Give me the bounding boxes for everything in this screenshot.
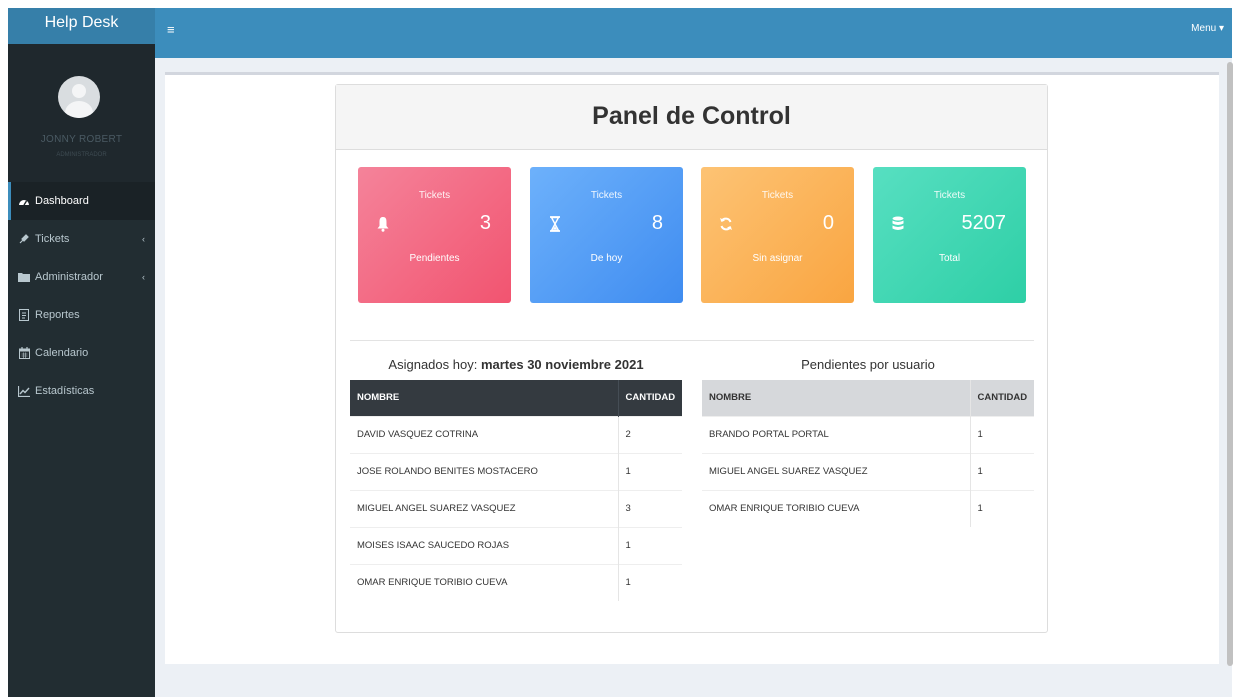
assigned-today-table: NOMBRE CANTIDAD DAVID VASQUEZ COTRINA 2 …	[350, 380, 682, 601]
row-count: 1	[969, 452, 1034, 490]
sidebar-item-label: Estadísticas	[35, 385, 95, 397]
menu-label: Menu	[1191, 23, 1217, 34]
report-icon	[17, 309, 31, 321]
column-header-cantidad[interactable]: CANTIDAD	[617, 380, 682, 416]
row-name: OMAR ENRIQUE TORIBIO CUEVA	[350, 563, 618, 601]
stat-card-total[interactable]: Tickets 5207 Total	[873, 167, 1026, 303]
hourglass-icon	[548, 215, 562, 233]
stat-card-de-hoy[interactable]: Tickets 8 De hoy	[530, 167, 683, 303]
row-count: 1	[617, 452, 682, 490]
scrollbar[interactable]	[1227, 62, 1233, 666]
user-name: JONNY ROBERT	[40, 134, 123, 145]
row-count: 1	[617, 563, 682, 601]
stat-card-pendientes[interactable]: Tickets 3 Pendientes	[358, 167, 511, 303]
sidebar-item-reportes[interactable]: Reportes	[8, 296, 155, 334]
table-row: BRANDO PORTAL PORTAL 1	[702, 415, 1034, 453]
ticket-icon	[17, 233, 31, 245]
table-row: OMAR ENRIQUE TORIBIO CUEVA 1	[702, 489, 1034, 527]
hamburger-icon[interactable]: ≡	[167, 22, 175, 37]
sidebar-item-label: Dashboard	[35, 195, 89, 207]
stat-value: 5207	[961, 212, 1007, 234]
table-row: MIGUEL ANGEL SUAREZ VASQUEZ 3	[350, 489, 682, 527]
chart-icon	[17, 385, 31, 397]
sidebar-item-calendario[interactable]: Calendario	[8, 334, 155, 372]
panel-title: Panel de Control	[336, 85, 1047, 150]
stat-label-top: Tickets	[933, 190, 966, 201]
sidebar-item-tickets[interactable]: Tickets ‹	[8, 220, 155, 258]
user-panel: JONNY ROBERT ADMINISTRADOR	[8, 44, 155, 182]
caret-down-icon: ▾	[1218, 23, 1224, 34]
row-count: 1	[969, 415, 1034, 453]
table-header-row: NOMBRE CANTIDAD	[702, 380, 1034, 416]
stat-card-sin-asignar[interactable]: Tickets 0 Sin asignar	[701, 167, 854, 303]
calendar-icon	[17, 347, 31, 359]
database-icon	[891, 215, 905, 233]
row-name: OMAR ENRIQUE TORIBIO CUEVA	[702, 489, 970, 527]
sidebar-item-label: Tickets	[35, 233, 70, 245]
stat-label-bottom: Pendientes	[409, 253, 460, 264]
row-name: DAVID VASQUEZ COTRINA	[350, 415, 618, 453]
sidebar-item-label: Calendario	[35, 347, 89, 359]
row-name: MIGUEL ANGEL SUAREZ VASQUEZ	[350, 489, 618, 527]
top-navbar: ≡ Menu ▾	[155, 8, 1232, 58]
row-name: MIGUEL ANGEL SUAREZ VASQUEZ	[702, 452, 970, 490]
stat-label-bottom: De hoy	[590, 253, 623, 264]
menu-dropdown[interactable]: Menu ▾	[1191, 23, 1224, 34]
pending-by-user-table: NOMBRE CANTIDAD BRANDO PORTAL PORTAL 1 M…	[702, 380, 1034, 527]
refresh-icon	[719, 215, 733, 233]
table-header-row: NOMBRE CANTIDAD	[350, 380, 682, 416]
pending-by-user-title: Pendientes por usuario	[801, 357, 935, 372]
stat-label-top: Tickets	[761, 190, 794, 201]
stat-label-top: Tickets	[418, 190, 451, 201]
stat-value: 3	[479, 212, 491, 234]
stat-label-bottom: Total	[938, 253, 961, 264]
stat-value: 0	[822, 212, 834, 234]
table-row: OMAR ENRIQUE TORIBIO CUEVA 1	[350, 563, 682, 601]
dashboard-icon	[17, 195, 31, 207]
sidebar-item-administrador[interactable]: Administrador ‹	[8, 258, 155, 296]
table-row: DAVID VASQUEZ COTRINA 2	[350, 415, 682, 453]
row-count: 2	[617, 415, 682, 453]
sidebar-item-dashboard[interactable]: Dashboard	[8, 182, 155, 220]
chevron-left-icon: ‹	[142, 234, 145, 244]
assigned-today-label: Asignados hoy:	[388, 357, 478, 372]
brand-logo[interactable]: Help Desk	[8, 8, 155, 44]
control-panel: Panel de Control Tickets 3 Pendientes Ti…	[335, 84, 1048, 633]
divider	[350, 340, 1034, 341]
user-role: ADMINISTRADOR	[56, 152, 107, 158]
column-header-cantidad[interactable]: CANTIDAD	[969, 380, 1034, 416]
row-count: 3	[617, 489, 682, 527]
row-name: JOSE ROLANDO BENITES MOSTACERO	[350, 452, 618, 490]
stat-label-bottom: Sin asignar	[752, 253, 803, 264]
sidebar-item-label: Reportes	[35, 309, 80, 321]
folder-icon	[17, 271, 31, 283]
sidebar: Help Desk JONNY ROBERT ADMINISTRADOR Das…	[8, 8, 155, 697]
column-header-nombre[interactable]: NOMBRE	[350, 380, 618, 416]
table-row: MOISES ISAAC SAUCEDO ROJAS 1	[350, 526, 682, 564]
assigned-today-title: Asignados hoy: martes 30 noviembre 2021	[350, 357, 682, 372]
table-row: JOSE ROLANDO BENITES MOSTACERO 1	[350, 452, 682, 490]
stat-label-top: Tickets	[590, 190, 623, 201]
row-count: 1	[969, 489, 1034, 527]
column-header-nombre[interactable]: NOMBRE	[702, 380, 970, 416]
row-count: 1	[617, 526, 682, 564]
row-name: BRANDO PORTAL PORTAL	[702, 415, 970, 453]
chevron-left-icon: ‹	[142, 272, 145, 282]
assigned-today-date: martes 30 noviembre 2021	[480, 357, 644, 372]
bell-icon	[376, 215, 390, 233]
table-row: MIGUEL ANGEL SUAREZ VASQUEZ 1	[702, 452, 1034, 490]
stat-value: 8	[651, 212, 663, 234]
row-name: MOISES ISAAC SAUCEDO ROJAS	[350, 526, 618, 564]
sidebar-item-estadisticas[interactable]: Estadísticas	[8, 372, 155, 410]
avatar	[58, 76, 100, 118]
sidebar-item-label: Administrador	[35, 271, 103, 283]
